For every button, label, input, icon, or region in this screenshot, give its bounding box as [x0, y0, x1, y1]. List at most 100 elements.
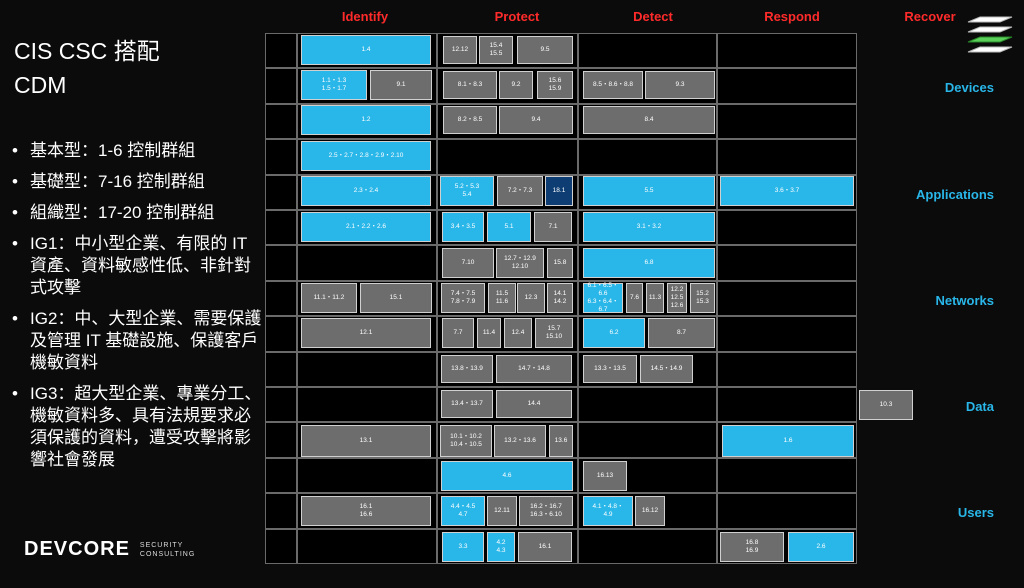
row-label-cell: [265, 387, 297, 423]
matrix-cell: [717, 210, 857, 246]
control-box: 5.5: [583, 176, 715, 206]
control-box: 12.4: [504, 318, 532, 348]
control-box: 14.7・14.8: [496, 355, 572, 383]
column-header-respond: Respond: [764, 9, 820, 24]
group-label-applications: Applications: [915, 186, 994, 202]
control-box: 12.2 12.5 12.6: [667, 283, 687, 313]
control-box: 2.1・2.2・2.6: [301, 212, 431, 242]
control-box: 7.2・7.3: [497, 176, 543, 206]
matrix-cell: [717, 493, 857, 529]
group-label-users: Users: [957, 505, 994, 521]
row-label-cell: [265, 68, 297, 104]
control-box: 7.10: [442, 248, 494, 278]
row-label-cell: [265, 103, 297, 140]
row-label-cell: [265, 457, 297, 494]
matrix-cell: [578, 387, 717, 423]
control-box: 15.6 15.9: [537, 71, 573, 99]
control-box: 12.7・12.9 12.10: [496, 248, 544, 278]
matrix-cell: [578, 139, 717, 175]
control-box: 16.8 16.9: [720, 532, 784, 562]
control-box: 11.3: [646, 283, 664, 313]
control-box: 14.1 14.2: [547, 283, 573, 313]
group-label-networks: Networks: [935, 292, 994, 308]
row-label-cell: [265, 139, 297, 175]
control-box: 7.1: [534, 212, 572, 242]
control-box: 15.8: [547, 248, 573, 278]
control-box: 16.1 16.6: [301, 496, 431, 526]
matrix-cell: [717, 68, 857, 104]
layers-stack-icon: [967, 16, 1013, 53]
control-box: 15.2 15.3: [690, 283, 715, 313]
cdm-matrix: IdentifyProtectDetectRespondRecoverIG3IG…: [0, 0, 1024, 588]
control-box: 16.13: [583, 461, 627, 491]
control-box: 13.6: [549, 425, 573, 457]
control-box: 3.4・3.5: [442, 212, 484, 242]
row-label-cell: [265, 210, 297, 246]
control-box: 3.3: [442, 532, 484, 562]
row-label-cell: [265, 174, 297, 210]
control-box: 5.2・5.3 5.4: [440, 176, 494, 206]
group-label-devices: Devices: [944, 80, 994, 96]
row-label-cell: [265, 33, 297, 69]
column-header-detect: Detect: [633, 9, 673, 24]
control-box: 13.3・13.5: [583, 355, 637, 383]
control-box: 15.4 15.5: [479, 36, 513, 64]
row-label-cell: [265, 422, 297, 458]
row-label-cell: [265, 316, 297, 352]
row-label-cell: [265, 280, 297, 317]
control-box: 8.7: [648, 318, 715, 348]
control-box: 7.7: [442, 318, 474, 348]
matrix-cell: [717, 33, 857, 69]
row-label-cell: [265, 528, 297, 564]
control-box: 18.1: [545, 176, 573, 206]
control-box: 1.4: [301, 35, 431, 65]
matrix-cell: [717, 103, 857, 140]
control-box: 12.12: [443, 36, 477, 64]
matrix-cell: [578, 528, 717, 564]
matrix-cell: [437, 139, 578, 175]
matrix-cell: [297, 387, 437, 423]
control-box: 7.4・7.5 7.8・7.9: [441, 283, 485, 313]
matrix-cell: [578, 33, 717, 69]
control-box: 11.4: [477, 318, 501, 348]
control-box: 15.1: [360, 283, 432, 313]
row-label-cell: [265, 245, 297, 281]
control-box: 13.1: [301, 425, 431, 457]
control-box: 9.4: [499, 106, 573, 134]
control-box: 13.8・13.9: [441, 355, 493, 383]
control-box: 1.6: [722, 425, 854, 457]
control-box: 6.1・6.5・6.6 6.3・6.4・6.7: [583, 282, 623, 313]
control-box: 15.7 15.10: [535, 318, 573, 348]
control-box: 13.4・13.7: [441, 390, 493, 418]
control-box: 8.5・8.6・8.8: [583, 71, 643, 99]
control-box: 9.5: [517, 36, 573, 64]
control-box: 2.3・2.4: [301, 176, 431, 206]
control-box: 6.2: [583, 318, 645, 348]
control-box: 11.5 11.6: [488, 283, 516, 313]
matrix-cell: [717, 457, 857, 494]
control-box: 4.6: [441, 461, 573, 491]
control-box: 14.5・14.9: [640, 355, 693, 383]
control-box: 6.8: [583, 248, 715, 278]
matrix-cell: [717, 351, 857, 387]
matrix-cell: [578, 422, 717, 458]
control-box: 16.12: [635, 496, 665, 526]
control-box: 2.5・2.7・2.8・2.9・2.10: [301, 141, 431, 171]
control-box: 9.1: [370, 70, 432, 100]
matrix-cell: [717, 316, 857, 352]
matrix-cell: [717, 387, 857, 423]
matrix-cell: [717, 245, 857, 281]
control-box: 4.1・4.8・ 4.9: [583, 496, 633, 526]
matrix-cell: [717, 139, 857, 175]
row-label-cell: [265, 493, 297, 529]
control-box: 16.1: [518, 532, 572, 562]
control-box: 7.6: [626, 283, 643, 313]
matrix-cell: [297, 528, 437, 564]
control-box: 3.1・3.2: [583, 212, 715, 242]
control-box: 8.4: [583, 106, 715, 134]
control-box: 9.3: [645, 71, 715, 99]
control-box: 10.3: [859, 390, 913, 420]
control-box: 4.2 4.3: [487, 532, 515, 562]
control-box: 10.1・10.2 10.4・10.5: [440, 425, 492, 457]
control-box: 5.1: [487, 212, 531, 242]
